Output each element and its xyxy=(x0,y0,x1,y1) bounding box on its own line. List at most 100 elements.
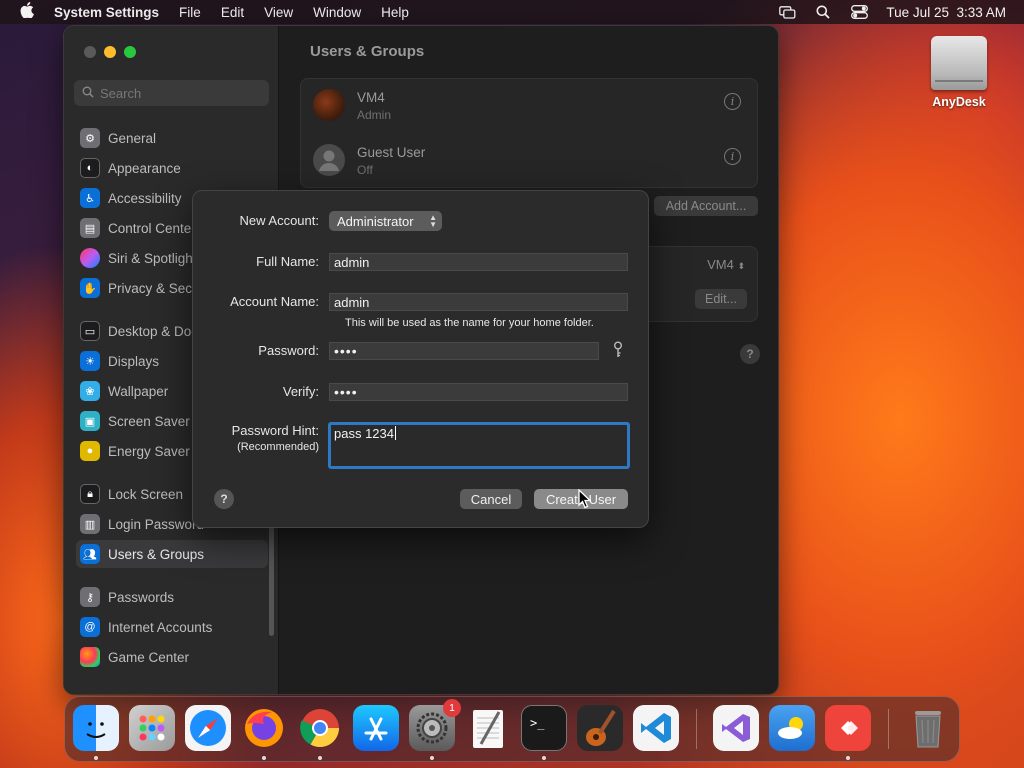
app-store-icon[interactable] xyxy=(353,705,399,751)
system-settings-icon[interactable]: 1 xyxy=(409,699,461,751)
apple-icon[interactable] xyxy=(18,2,36,22)
search-icon[interactable] xyxy=(814,5,832,19)
account-name-field[interactable]: admin xyxy=(329,293,628,311)
search-field[interactable]: Search xyxy=(74,80,269,106)
weather-icon[interactable] xyxy=(769,705,815,751)
sidebar-item-label: General xyxy=(108,130,157,146)
sidebar-item-internet-accounts[interactable]: @ Internet Accounts xyxy=(76,613,268,641)
account-type-value: Administrator xyxy=(337,213,414,229)
sidebar-item-label: Wallpaper xyxy=(108,383,169,399)
auto-login-select[interactable]: VM4 ⬍ xyxy=(707,257,745,272)
at-icon: @ xyxy=(80,617,100,637)
users-list: VM4 Admin i Guest User Off i xyxy=(300,78,758,188)
key-icon: ⚷ xyxy=(80,587,100,607)
terminal-icon[interactable]: >_ xyxy=(521,705,567,751)
password-label: Password: xyxy=(258,343,319,358)
running-indicator xyxy=(846,756,850,760)
avatar xyxy=(313,144,345,176)
menu-edit[interactable]: Edit xyxy=(221,5,244,20)
user-row-vm4[interactable]: VM4 Admin i xyxy=(309,81,749,129)
sidebar-item-label: Login Password xyxy=(108,516,205,532)
firefox-icon[interactable] xyxy=(241,705,287,751)
users-icon: 👥︎ xyxy=(80,544,100,564)
running-indicator xyxy=(94,756,98,760)
safari-icon[interactable] xyxy=(185,705,231,751)
menu-window[interactable]: Window xyxy=(313,5,361,20)
sidebar-item-label: Accessibility xyxy=(108,190,182,206)
auto-login-value: VM4 xyxy=(707,257,734,272)
user-name: Guest User xyxy=(357,145,426,160)
vscode-icon[interactable] xyxy=(633,705,679,751)
close-button[interactable] xyxy=(84,46,96,58)
info-icon[interactable]: i xyxy=(724,148,741,165)
sidebar-item-passwords[interactable]: ⚷ Passwords xyxy=(76,583,268,611)
user-row-guest[interactable]: Guest User Off i xyxy=(309,136,749,184)
sidebar-item-label: Appearance xyxy=(108,160,181,176)
sidebar-item-appearance[interactable]: ◐ Appearance xyxy=(76,154,268,182)
sidebar-item-label: Users & Groups xyxy=(108,546,205,562)
full-name-label: Full Name: xyxy=(256,254,319,269)
menu-view[interactable]: View xyxy=(264,5,293,20)
window-controls xyxy=(84,46,136,58)
notification-badge: 1 xyxy=(443,699,461,717)
garageband-icon[interactable] xyxy=(577,705,623,751)
search-icon xyxy=(82,86,94,101)
help-button[interactable]: ? xyxy=(214,489,234,509)
sidebar-item-label: Desktop & Dock xyxy=(108,323,205,339)
add-account-button[interactable]: Add Account... xyxy=(654,196,758,216)
screen-mirroring-icon[interactable] xyxy=(778,5,796,19)
help-button[interactable]: ? xyxy=(740,344,760,364)
account-type-select[interactable]: Administrator ▲ ▼ xyxy=(329,211,442,231)
hand-icon: ✋ xyxy=(80,278,100,298)
screen-saver-icon: ▣ xyxy=(80,411,100,431)
sidebar-item-general[interactable]: ⚙ General xyxy=(76,124,268,152)
sidebar-item-game-center[interactable]: Game Center xyxy=(76,643,268,671)
sidebar-item-label: Screen Saver xyxy=(108,413,190,429)
password-hint-field[interactable]: pass 1234 xyxy=(328,422,630,469)
menu-help[interactable]: Help xyxy=(381,5,409,20)
accessibility-icon: ♿ xyxy=(80,188,100,208)
cancel-button[interactable]: Cancel xyxy=(460,489,522,509)
launchpad-icon[interactable] xyxy=(129,705,175,751)
edit-button[interactable]: Edit... xyxy=(695,289,747,309)
sidebar-item-users-groups[interactable]: 👥︎ Users & Groups xyxy=(76,540,268,568)
minimize-button[interactable] xyxy=(104,46,116,58)
password-icon: ▥ xyxy=(80,514,100,534)
sidebar-item-label: Game Center xyxy=(108,649,190,665)
anydesk-icon[interactable] xyxy=(825,705,871,751)
info-icon[interactable]: i xyxy=(724,93,741,110)
wallpaper-icon: ❀ xyxy=(80,381,100,401)
menubar-clock[interactable]: Tue Jul 25 3:33 AM xyxy=(886,5,1006,20)
visual-studio-icon[interactable] xyxy=(713,705,759,751)
hint-text: pass 1234 xyxy=(334,426,394,441)
bulb-icon: ● xyxy=(80,441,100,461)
sidebar-item-label: Passwords xyxy=(108,589,175,605)
control-center-icon[interactable] xyxy=(850,5,868,19)
avatar xyxy=(313,89,345,121)
page-title: Users & Groups xyxy=(310,43,425,60)
dock-separator xyxy=(696,709,697,749)
appearance-icon: ◐ xyxy=(80,158,100,178)
search-placeholder: Search xyxy=(100,85,142,101)
drive-icon xyxy=(931,36,987,90)
desktop-icon-anydesk[interactable]: AnyDesk xyxy=(928,36,990,109)
user-role: Off xyxy=(357,163,373,177)
key-icon[interactable] xyxy=(612,341,624,359)
chrome-icon[interactable] xyxy=(297,705,343,751)
gear-icon: ⚙ xyxy=(80,128,100,148)
svg-text:>_: >_ xyxy=(530,716,545,730)
menu-file[interactable]: File xyxy=(179,5,201,20)
sidebar-item-label: Displays xyxy=(108,353,160,369)
lock-icon: 🔒︎ xyxy=(80,484,100,504)
finder-icon[interactable] xyxy=(73,705,119,751)
textedit-icon[interactable] xyxy=(465,705,511,751)
zoom-button[interactable] xyxy=(124,46,136,58)
app-menu[interactable]: System Settings xyxy=(54,5,159,20)
running-indicator xyxy=(262,756,266,760)
trash-icon[interactable] xyxy=(905,705,951,751)
full-name-field[interactable]: admin xyxy=(329,253,628,271)
password-field[interactable]: •••• xyxy=(329,342,599,360)
verify-field[interactable]: •••• xyxy=(329,383,628,401)
mouse-cursor-icon xyxy=(578,489,592,509)
running-indicator xyxy=(430,756,434,760)
